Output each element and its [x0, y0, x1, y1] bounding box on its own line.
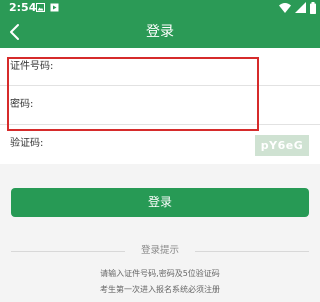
status-time: 2:54: [9, 1, 37, 14]
hint-title: 登录提示: [140, 245, 179, 256]
captcha-label: 验证码:: [10, 138, 44, 149]
app-bar: 登录: [0, 16, 320, 48]
status-bar: 2:54: [0, 0, 320, 16]
hint-line-1: 请输入证件号码,密码及5位验证码: [100, 269, 220, 278]
wifi-icon: [279, 3, 291, 13]
captcha-input[interactable]: [50, 136, 245, 152]
signal-icon: [295, 2, 306, 13]
gallery-notification-icon: [36, 3, 45, 12]
page-title: 登录: [146, 24, 174, 40]
login-button[interactable]: 登录: [11, 188, 309, 217]
media-notification-icon: [50, 3, 59, 12]
highlight-box: [7, 57, 259, 131]
captcha-image[interactable]: pY6eG: [255, 135, 309, 156]
battery-icon: [310, 2, 316, 14]
hint-line-2: 考生第一次进入报名系统必须注册: [100, 285, 220, 294]
